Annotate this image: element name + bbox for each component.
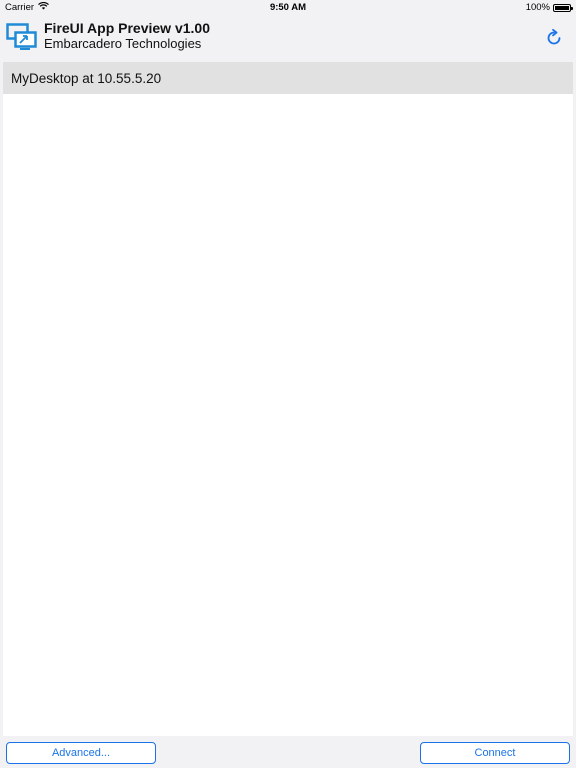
device-list: MyDesktop at 10.55.5.20 <box>3 62 573 736</box>
advanced-button[interactable]: Advanced... <box>6 742 156 764</box>
desktop-preview-icon <box>6 23 38 51</box>
list-item-device[interactable]: MyDesktop at 10.55.5.20 <box>3 62 573 94</box>
connect-button[interactable]: Connect <box>420 742 570 764</box>
app-title: FireUI App Preview v1.00 <box>44 20 210 36</box>
connect-button-label: Connect <box>474 747 516 759</box>
battery-icon <box>553 3 573 12</box>
list-item-label: MyDesktop at 10.55.5.20 <box>11 70 162 86</box>
app-header: FireUI App Preview v1.00 Embarcadero Tec… <box>0 15 576 61</box>
status-right: 100% <box>525 2 573 13</box>
app-subtitle: Embarcadero Technologies <box>44 36 202 51</box>
wifi-icon <box>38 1 49 13</box>
app-screen: Carrier 9:50 AM 100% FireUI App Preview … <box>0 0 576 768</box>
battery-level <box>555 5 569 10</box>
battery-percent: 100% <box>525 2 550 13</box>
refresh-button[interactable] <box>544 28 564 48</box>
carrier-label: Carrier <box>5 2 35 13</box>
advanced-button-label: Advanced... <box>51 747 111 759</box>
refresh-icon <box>544 28 564 52</box>
status-left: Carrier <box>5 1 49 13</box>
status-time: 9:50 AM <box>269 2 307 13</box>
bottom-toolbar: Advanced... Connect <box>0 737 576 768</box>
status-bar: Carrier 9:50 AM 100% <box>0 0 576 15</box>
